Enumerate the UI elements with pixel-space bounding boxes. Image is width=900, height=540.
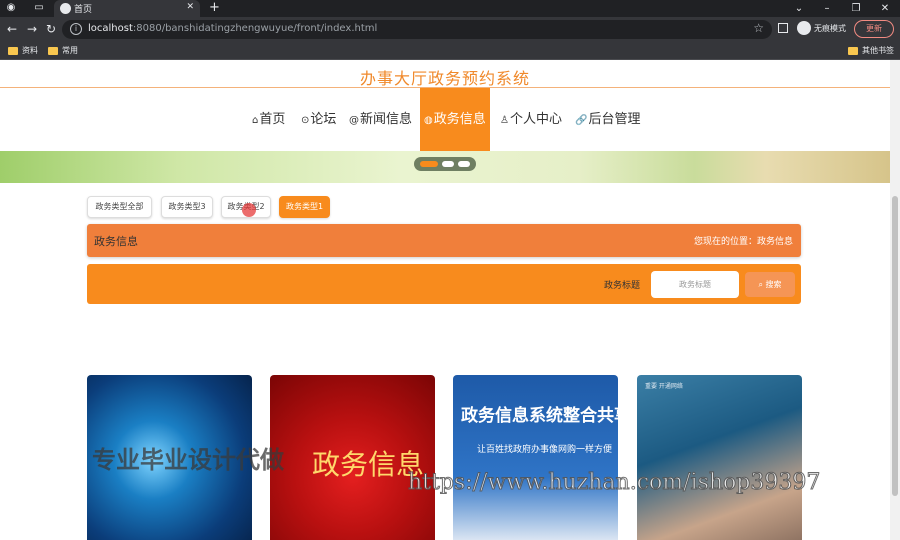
bookmark-folder[interactable]: 资料 — [8, 45, 38, 56]
tab-search-icon[interactable]: ▭ — [32, 1, 46, 15]
nav-item-personal[interactable]: ♙个人中心 — [500, 88, 562, 151]
section-title: 政务信息 — [94, 235, 138, 248]
nav-item-news[interactable]: @新闻信息 — [349, 88, 412, 151]
chevron-down-icon[interactable]: ⌄ — [786, 0, 812, 17]
url-bar[interactable]: i localhost:8080/banshidatingzhengwuyue/… — [62, 20, 772, 39]
forum-icon: ⊙ — [301, 115, 310, 126]
mouse-cursor — [242, 203, 256, 217]
breadcrumb-location: 您现在的位置：政务信息 — [693, 237, 793, 247]
news-card[interactable]: 重要 开通网络 — [637, 375, 802, 540]
news-card[interactable]: 政务信息系统整合共享 让百姓找政府办事像网购一样方便 — [453, 375, 618, 540]
update-button[interactable]: 更新 — [854, 20, 894, 38]
back-icon[interactable]: ← — [4, 21, 20, 37]
reload-icon[interactable]: ↻ — [43, 21, 59, 37]
user-icon: ♙ — [500, 115, 509, 126]
minimize-icon[interactable]: – — [814, 0, 840, 17]
bookmarks-bar: 资料 常用 其他书签 — [0, 42, 900, 60]
search-button[interactable]: ⌕ 搜索 — [745, 272, 795, 297]
filter-all-types[interactable]: 政务类型全部 — [87, 196, 152, 218]
folder-icon — [8, 46, 18, 55]
nav-item-forum[interactable]: ⊙论坛 — [301, 88, 336, 151]
carousel-dot[interactable] — [442, 161, 454, 167]
search-panel: 政务标题 ⌕ 搜索 — [87, 264, 801, 304]
nav-item-home[interactable]: ⌂首页 — [252, 88, 285, 151]
nav-item-gov-info[interactable]: ◍政务信息 — [420, 88, 490, 151]
banner-image — [0, 151, 890, 183]
restore-icon[interactable]: ❐ — [843, 0, 869, 17]
bookmark-star-icon[interactable]: ☆ — [753, 21, 764, 35]
filter-type-1[interactable]: 政务类型1 — [279, 196, 330, 218]
search-input[interactable] — [651, 271, 739, 298]
card-image-text: 政务信息系统整合共享 — [461, 406, 618, 426]
news-card[interactable]: 政务信息 — [270, 375, 435, 540]
browser-tab-bar: ◉ ▭ 首页 ✕ + ⌄ – ❐ ✕ — [0, 0, 900, 17]
new-tab-icon[interactable]: + — [209, 0, 220, 15]
watermark-text: 专业毕业设计代做 — [92, 446, 284, 474]
carousel-indicators — [414, 157, 476, 171]
home-icon: ⌂ — [252, 115, 259, 126]
search-label: 政务标题 — [604, 281, 641, 291]
browser-tab[interactable]: 首页 ✕ — [54, 0, 200, 17]
folder-icon — [48, 46, 58, 55]
tab-title: 首页 — [74, 5, 93, 15]
forward-icon[interactable]: → — [24, 21, 40, 37]
watermark-url: https://www.huzhan.com/ishop39397 — [407, 470, 821, 496]
incognito-label: 无痕模式 — [814, 24, 846, 33]
link-icon: 🔗 — [575, 115, 588, 126]
scrollbar-thumb[interactable] — [892, 196, 898, 496]
nav-item-admin[interactable]: 🔗后台管理 — [575, 88, 640, 151]
search-icon: ⌕ — [758, 280, 766, 289]
filter-type-3[interactable]: 政务类型3 — [161, 196, 213, 218]
other-bookmarks[interactable]: 其他书签 — [848, 45, 894, 56]
gov-icon: ◍ — [424, 115, 433, 126]
news-icon: @ — [349, 115, 359, 126]
url-text: localhost:8080/banshidatingzhengwuyue/fr… — [88, 23, 378, 34]
main-nav: ⌂首页 ⊙论坛 @新闻信息 ◍政务信息 ♙个人中心 🔗后台管理 — [0, 88, 890, 151]
carousel-dot-active[interactable] — [420, 161, 438, 167]
browser-menu-icon[interactable]: ◉ — [4, 1, 18, 15]
close-icon[interactable]: ✕ — [186, 2, 194, 12]
side-panel-icon[interactable] — [778, 23, 788, 33]
incognito-icon — [797, 21, 811, 35]
page-viewport: 办事大厅政务预约系统 ⌂首页 ⊙论坛 @新闻信息 ◍政务信息 ♙个人中心 🔗后台… — [0, 60, 890, 540]
globe-icon — [60, 3, 71, 14]
address-toolbar: ← → ↻ i localhost:8080/banshidatingzheng… — [0, 17, 900, 42]
card-image-subtext: 让百姓找政府办事像网购一样方便 — [477, 445, 613, 455]
info-icon[interactable]: i — [70, 23, 82, 35]
bookmark-folder[interactable]: 常用 — [48, 45, 78, 56]
close-window-icon[interactable]: ✕ — [872, 0, 898, 17]
breadcrumb: 政务信息 您现在的位置：政务信息 — [87, 224, 801, 257]
site-title: 办事大厅政务预约系统 — [359, 69, 530, 88]
carousel-dot[interactable] — [458, 161, 470, 167]
folder-icon — [848, 46, 858, 55]
page-scrollbar[interactable] — [890, 60, 900, 540]
card-image-text: 重要 开通网络 — [645, 383, 683, 390]
